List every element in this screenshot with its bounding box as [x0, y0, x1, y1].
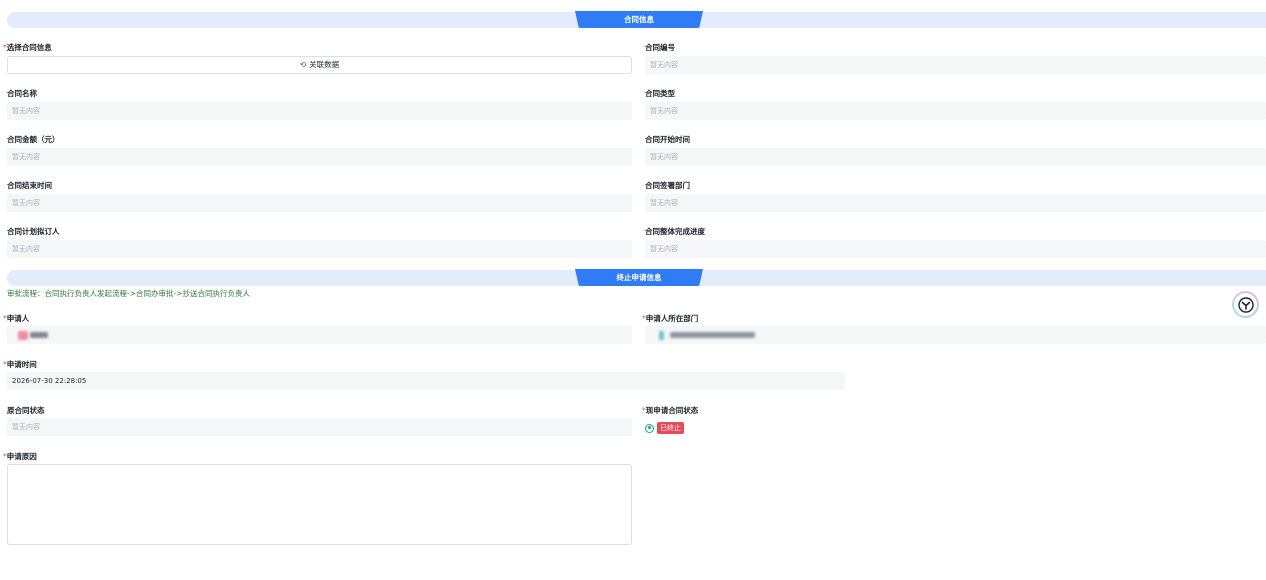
applicant-dept-field: [645, 326, 1266, 344]
assistant-float-button[interactable]: [1232, 291, 1259, 318]
contract-progress-field: 暂无内容: [645, 240, 1266, 258]
contract-number-field: 暂无内容: [645, 56, 1266, 74]
contract-planner-label: 合同计划拟订人: [7, 227, 60, 236]
contract-type-field: 暂无内容: [645, 102, 1266, 120]
reason-label: *申请原因: [3, 452, 37, 461]
avatar: [18, 330, 28, 340]
applicant-label: *申请人: [3, 314, 30, 323]
link-icon: ⟲: [299, 60, 307, 69]
contract-start-field: 暂无内容: [645, 148, 1266, 166]
contract-dept-field: 暂无内容: [645, 194, 1266, 212]
contract-name-field: 暂无内容: [7, 102, 632, 120]
contract-planner-field: 暂无内容: [7, 240, 632, 258]
contract-amount-label: 合同金额（元）: [7, 135, 60, 144]
apply-time-label: *申请时间: [3, 360, 37, 369]
dept-name-redacted: [670, 332, 755, 338]
select-contract-label: *选择合同信息: [3, 43, 52, 52]
apply-time-field: 2026-07-30 22:28:05: [7, 372, 845, 390]
contract-name-label: 合同名称: [7, 89, 37, 98]
radio-selected-icon: [645, 423, 654, 433]
orig-status-label: 原合同状态: [7, 406, 45, 415]
contract-dept-label: 合同签署部门: [645, 181, 690, 190]
approval-flow-text: 审批流程：合同执行负责人发起流程->合同办审批->抄送合同执行负责人: [7, 289, 250, 298]
dept-icon: [659, 330, 664, 340]
contract-end-label: 合同结束时间: [7, 181, 52, 190]
link-data-button[interactable]: ⟲ 关联数据: [7, 56, 632, 74]
contract-progress-label: 合同整体完成进度: [645, 227, 705, 236]
new-status-label: *现申请合同状态: [642, 406, 699, 415]
orig-status-field: 暂无内容: [7, 418, 632, 436]
contract-type-label: 合同类型: [645, 89, 675, 98]
applicant-dept-label: *申请人所在部门: [642, 314, 699, 323]
section-title-contract-info: 合同信息: [575, 11, 703, 28]
status-badge: 已终止: [657, 422, 684, 434]
contract-start-label: 合同开始时间: [645, 135, 690, 144]
reason-textarea[interactable]: [7, 464, 632, 545]
section-title-termination-info: 终止申请信息: [575, 269, 703, 286]
applicant-field: [7, 326, 632, 344]
status-radio-terminated[interactable]: 已终止: [645, 422, 684, 434]
contract-amount-field: 暂无内容: [7, 148, 632, 166]
assistant-icon: [1234, 293, 1257, 316]
applicant-name-redacted: [30, 332, 48, 338]
contract-number-label: 合同编号: [645, 43, 675, 52]
contract-end-field: 暂无内容: [7, 194, 632, 212]
